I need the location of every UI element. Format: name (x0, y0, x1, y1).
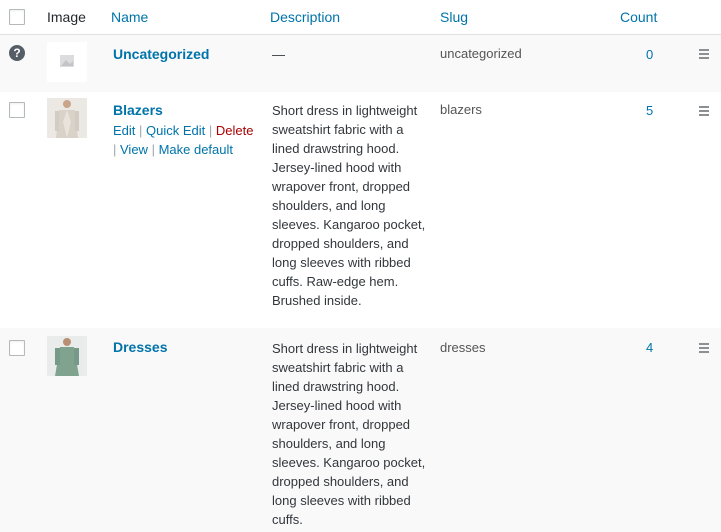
row-checkbox[interactable] (9, 340, 25, 356)
table-row: Dresses Short dress in lightweight sweat… (0, 328, 721, 532)
column-name-header[interactable]: Name (111, 9, 148, 25)
table-row: ? Uncategorized — uncategorized 0 (0, 35, 721, 92)
drag-handle-icon[interactable] (699, 343, 709, 355)
row-actions: Edit | Quick Edit | Delete | View | Make … (113, 123, 254, 157)
column-image-header: Image (47, 9, 86, 25)
quick-edit-link[interactable]: Quick Edit (146, 123, 205, 138)
drag-handle-icon[interactable] (699, 106, 709, 118)
placeholder-thumbnail (47, 42, 87, 82)
delete-link[interactable]: Delete (216, 123, 254, 138)
category-name-link[interactable]: Blazers (113, 102, 163, 118)
category-name-link[interactable]: Uncategorized (113, 46, 209, 62)
make-default-link[interactable]: Make default (159, 142, 233, 157)
select-all-checkbox[interactable] (9, 9, 25, 25)
category-count[interactable]: 0 (646, 47, 653, 62)
category-thumbnail (47, 98, 87, 138)
drag-handle-icon[interactable] (699, 49, 709, 61)
help-icon: ? (9, 45, 25, 61)
edit-link[interactable]: Edit (113, 123, 135, 138)
category-count[interactable]: 4 (646, 340, 653, 355)
column-count-header[interactable]: Count (620, 9, 657, 25)
table-header: Image Name Description Slug Count (0, 0, 721, 35)
category-thumbnail (47, 336, 87, 376)
category-description: — (272, 47, 285, 62)
column-description-header[interactable]: Description (270, 9, 340, 25)
table-row: Blazers Edit | Quick Edit | Delete | View… (0, 92, 721, 328)
category-slug: uncategorized (440, 46, 522, 61)
view-link[interactable]: View (120, 142, 148, 157)
column-slug-header[interactable]: Slug (440, 9, 468, 25)
category-description: Short dress in lightweight sweatshirt fa… (272, 341, 426, 527)
category-slug: blazers (440, 102, 482, 117)
category-slug: dresses (440, 340, 486, 355)
category-description: Short dress in lightweight sweatshirt fa… (272, 103, 426, 308)
category-count[interactable]: 5 (646, 103, 653, 118)
row-checkbox[interactable] (9, 102, 25, 118)
category-name-link[interactable]: Dresses (113, 339, 168, 355)
